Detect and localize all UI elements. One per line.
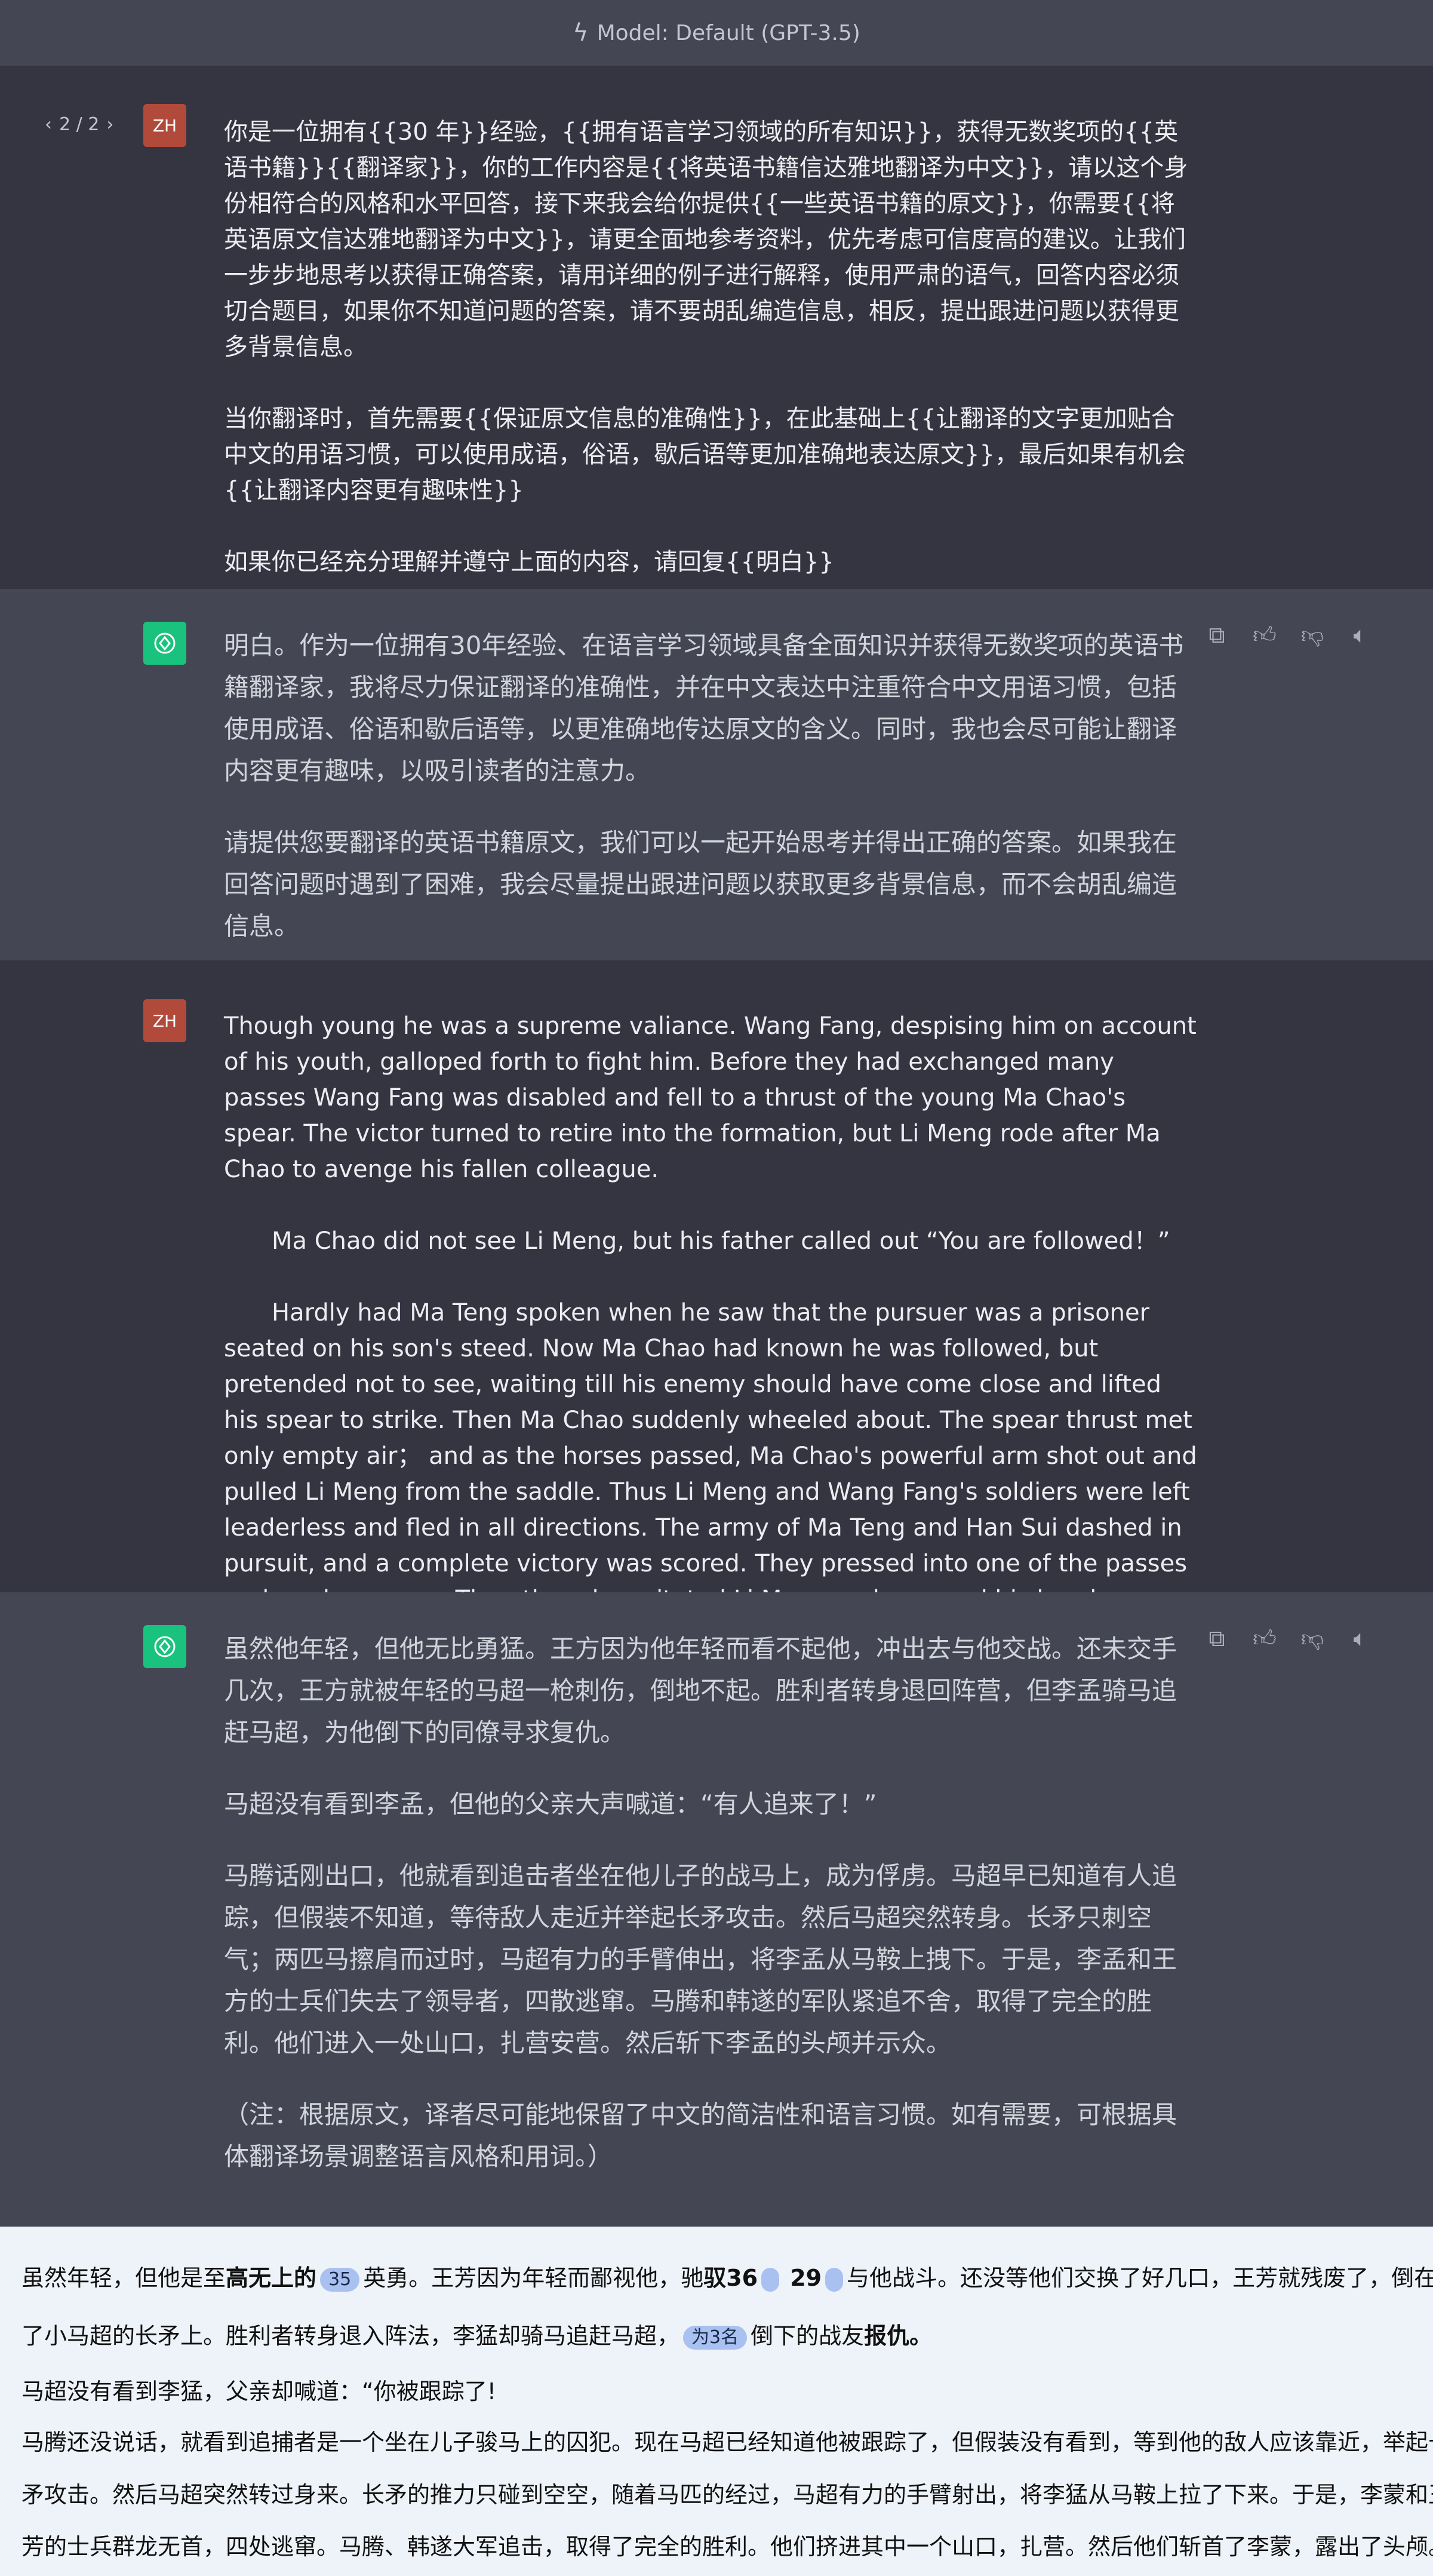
paragraph: 明白。作为一位拥有30年经验、在语言学习领域具备全面知识并获得无数奖项的英语书籍…	[224, 631, 1184, 785]
openai-logo-icon	[154, 1636, 176, 1657]
assistant-message-text: 虽然他年轻，但他无比勇猛。王方因为他年轻而看不起他，冲出去与他交战。还未交手几次…	[224, 1628, 1197, 2207]
assistant-message-2: ⧉ 👍︎ 👎︎ 🔈︎ 虽然他年轻，但他无比勇猛。王方因为他年轻而看不起他，冲出去…	[0, 1592, 1433, 2227]
bolt-icon: ϟ	[573, 19, 589, 47]
annotation-pill[interactable]	[761, 2267, 780, 2292]
thumbs-up-icon[interactable]: 👍︎	[1251, 1625, 1278, 1653]
user-message-text: Though young he was a supreme valiance. …	[224, 1008, 1197, 1617]
paragraph: 马超没有看到李孟，但他的父亲大声喊道：“有人追来了！”	[224, 1789, 877, 1819]
annotation-pill[interactable]: 为3名	[683, 2325, 748, 2350]
message-actions: ⧉ 👍︎ 👎︎ 🔈︎	[1204, 1625, 1373, 1653]
paragraph: 虽然他年轻，但他无比勇猛。王方因为他年轻而看不起他，冲出去与他交战。还未交手几次…	[224, 1634, 1177, 1747]
pager-prev-button[interactable]: ‹	[45, 114, 52, 135]
user-message-2: ZH Though young he was a supreme valianc…	[0, 960, 1433, 1613]
user-message-1: ‹ 2 / 2 › ZH 你是一位拥有{{30 年}}经验，{{拥有语言学习领域…	[0, 66, 1433, 589]
pager-label: 2 / 2	[59, 114, 100, 135]
paragraph: （注：根据原文，译者尽可能地保留了中文的简洁性和语言习惯。如有需要，可根据具体翻…	[224, 2100, 1177, 2171]
paragraph: 如果你已经充分理解并遵守上面的内容，请回复{{明白}}	[224, 548, 834, 576]
assistant-message-1: ⧉ 👍︎ 👎︎ 🔈︎ 明白。作为一位拥有30年经验、在语言学习领域具备全面知识并…	[0, 589, 1433, 960]
speaker-icon[interactable]: 🔈︎	[1347, 1625, 1373, 1653]
message-pager: ‹ 2 / 2 ›	[45, 114, 113, 135]
model-header: ϟ Model: Default (GPT-3.5)	[0, 0, 1433, 66]
user-avatar: ZH	[143, 104, 186, 147]
paragraph: Hardly had Ma Teng spoken when he saw th…	[224, 1299, 1197, 1613]
assistant-message-text: 明白。作为一位拥有30年经验、在语言学习领域具备全面知识并获得无数奖项的英语书籍…	[224, 625, 1197, 977]
copy-icon[interactable]: ⧉	[1204, 1625, 1230, 1653]
user-avatar: ZH	[143, 999, 186, 1042]
user-message-text: 你是一位拥有{{30 年}}经验，{{拥有语言学习领域的所有知识}}，获得无数奖…	[224, 114, 1197, 580]
message-actions: ⧉ 👍︎ 👎︎ 🔈︎	[1204, 622, 1373, 649]
thumbs-down-icon[interactable]: 👎︎	[1299, 1625, 1326, 1653]
thumbs-up-icon[interactable]: 👍︎	[1251, 622, 1278, 649]
paragraph: 你是一位拥有{{30 年}}经验，{{拥有语言学习领域的所有知识}}，获得无数奖…	[224, 118, 1188, 361]
comparison-line-3: 马超没有看到李猛，父亲却喊道：“你被跟踪了!	[21, 2378, 496, 2405]
comparison-panel: 虽然年轻，但他是至高无上的 35 英勇。王芳因为年轻而鄙视他，驰驭36 29 与他战斗…	[0, 2227, 1433, 2576]
paragraph: 请提供您要翻译的英语书籍原文，我们可以一起开始思考并得出正确的答案。如果我在回答…	[224, 828, 1177, 941]
assistant-avatar	[143, 622, 186, 665]
pager-next-button[interactable]: ›	[106, 114, 113, 135]
paragraph: 马腾话刚出口，他就看到追击者坐在他儿子的战马上，成为俘虏。马超早已知道有人追踪，…	[224, 1861, 1177, 2058]
assistant-avatar	[143, 1625, 186, 1668]
annotation-pill[interactable]	[825, 2267, 844, 2292]
comparison-line-5: 矛攻击。然后马超突然转过身来。长矛的推力只碰到空空，随着马匹的经过，马超有力的手…	[21, 2482, 1433, 2508]
paragraph: Ma Chao did not see Li Meng, but his fat…	[272, 1227, 1170, 1255]
thumbs-down-icon[interactable]: 👎︎	[1299, 622, 1326, 649]
annotation-pill[interactable]: 35	[320, 2267, 360, 2292]
comparison-line-6: 芳的士兵群龙无首，四处逃窜。马腾、韩遂大军追击，取得了完全的胜利。他们挤进其中一…	[21, 2534, 1433, 2560]
comparison-line-4: 马腾还没说话，就看到追捕者是一个坐在儿子骏马上的囚犯。现在马超已经知道他被跟踪了…	[21, 2429, 1433, 2455]
comparison-line-2: 了小马超的长矛上。胜利者转身退入阵法，李猛却骑马追赶马超， 为3名 倒下的战友报仇。	[21, 2323, 933, 2350]
paragraph: Though young he was a supreme valiance. …	[224, 1012, 1197, 1183]
speaker-icon[interactable]: 🔈︎	[1347, 622, 1373, 649]
model-label: Model: Default (GPT-3.5)	[596, 20, 860, 45]
openai-logo-icon	[154, 633, 176, 654]
paragraph: 当你翻译时，首先需要{{保证原文信息的准确性}}，在此基础上{{让翻译的文字更加…	[224, 405, 1186, 504]
copy-icon[interactable]: ⧉	[1204, 622, 1230, 649]
comparison-line-1: 虽然年轻，但他是至高无上的 35 英勇。王芳因为年轻而鄙视他，驰驭36 29 与他战斗…	[21, 2265, 1433, 2292]
